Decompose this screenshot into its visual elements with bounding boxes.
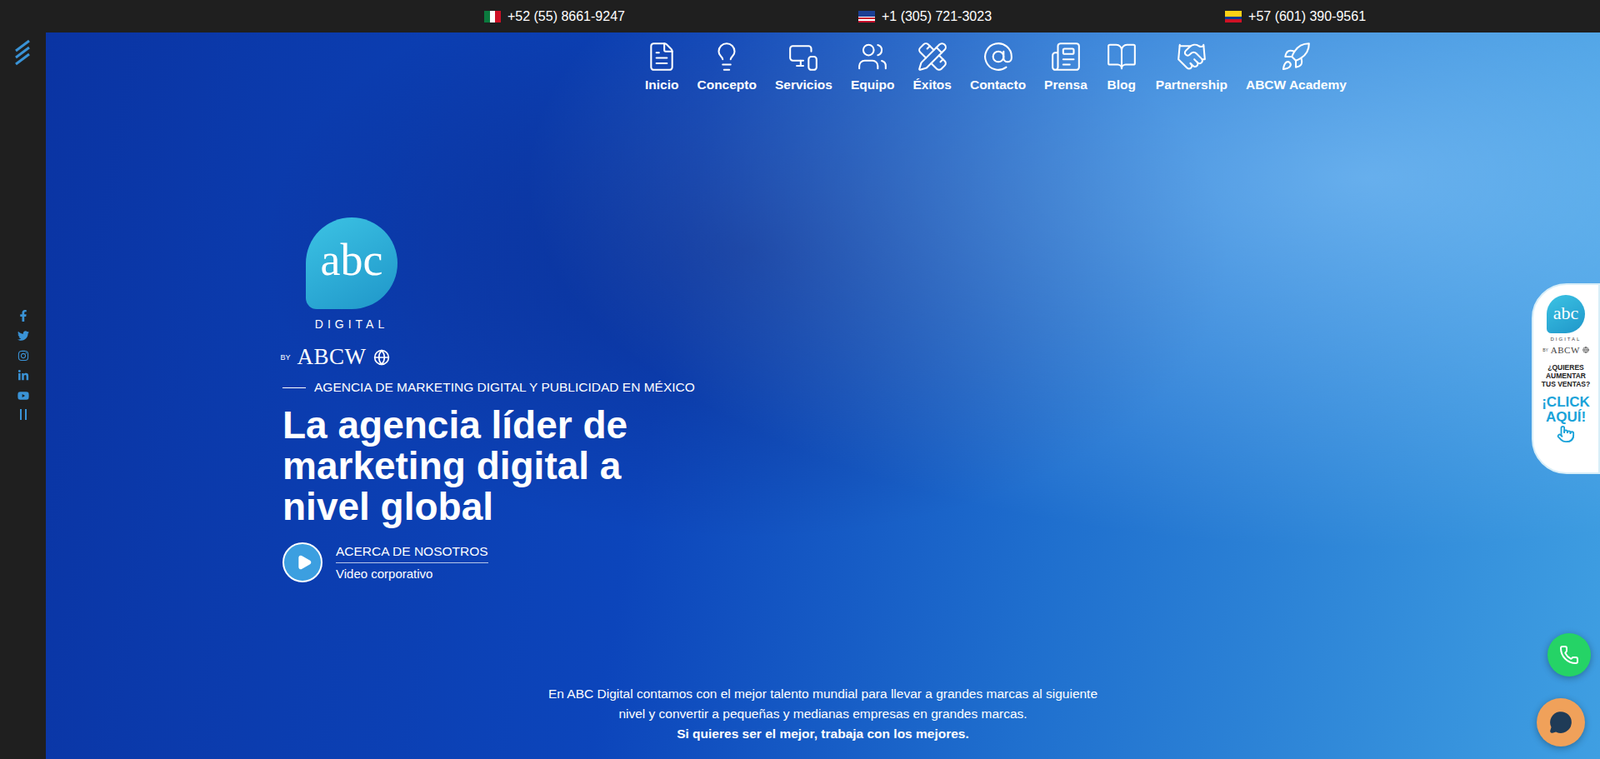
nav-label: Concepto <box>696 77 756 93</box>
pointer-icon <box>1556 425 1575 444</box>
nav-label: Prensa <box>1044 77 1088 93</box>
whatsapp-button[interactable] <box>1547 633 1591 677</box>
video-link[interactable]: ACERCA DE NOSOTROS Video corporativo <box>282 542 489 583</box>
phone-item[interactable]: +57 (601) 390-9561 <box>1225 9 1366 25</box>
social-link[interactable] <box>16 389 30 402</box>
social-list <box>16 309 30 420</box>
social-link[interactable] <box>16 329 30 342</box>
phone-bar: +52 (55) 8661-9247 +1 (305) 721-3023 +57 (… <box>0 0 1600 33</box>
linkedin-icon <box>17 370 30 382</box>
video-title: ACERCA DE NOSOTROS <box>335 544 489 564</box>
phone-item[interactable]: +52 (55) 8661-9247 <box>484 9 625 25</box>
flag-icon <box>484 10 501 23</box>
nav-icon <box>856 40 889 73</box>
twitter-icon <box>17 330 30 342</box>
social-link[interactable] <box>16 309 30 322</box>
body: Inicio Concepto Servicios Equipo Éxitos Conta… <box>0 32 1600 759</box>
logo-mark: abc <box>305 217 398 310</box>
social-link[interactable] <box>16 349 30 362</box>
nav-icon <box>1175 40 1208 73</box>
hero-heading: La agencia líder demarketing digital ani… <box>282 405 628 528</box>
promo-card[interactable]: abcDIGITALBYABCW¿QUIERES AUMENTAR TUS VE… <box>1531 283 1600 475</box>
hero: Inicio Concepto Servicios Equipo Éxitos Conta… <box>45 32 1600 759</box>
intro-text: En ABC Digital contamos con el mejor tal… <box>45 684 1600 759</box>
promo-question: ¿QUIERES AUMENTAR TUS VENTAS? <box>1539 363 1593 389</box>
nav-item[interactable]: Inicio <box>645 40 679 93</box>
nav-label: Inicio <box>645 77 679 93</box>
phone-number: +52 (55) 8661-9247 <box>507 9 625 25</box>
logo-brand: ABCW <box>297 344 367 370</box>
chat-icon <box>1549 710 1573 735</box>
nav-icon <box>1105 40 1138 73</box>
nav-label: Equipo <box>850 77 895 93</box>
nav-label: ABCW Academy <box>1245 77 1347 93</box>
nav-icon <box>787 40 820 73</box>
logo-by-row: BY ABCW <box>280 344 390 370</box>
nav-icon <box>982 40 1015 73</box>
logo-mark: abc <box>1546 295 1585 334</box>
heading-line: nivel global <box>282 486 628 528</box>
hero-content: abcDIGITALBYABCWAGENCIA DE MARKETING DIG… <box>282 217 1600 583</box>
nav-item[interactable]: Partnership <box>1155 40 1228 93</box>
nav-label: Blog <box>1107 77 1136 93</box>
nav-label: Éxitos <box>912 77 952 93</box>
globe-icon <box>373 349 390 366</box>
intro-line: En ABC Digital contamos con el mejor tal… <box>45 684 1600 705</box>
video-subtitle: Video corporativo <box>335 566 489 581</box>
phone-number: +1 (305) 721-3023 <box>881 9 992 25</box>
nav-item[interactable]: Equipo <box>850 40 895 93</box>
main-nav: Inicio Concepto Servicios Equipo Éxitos Conta… <box>45 32 1600 93</box>
intro-line: nivel y convertir a pequeñas y medianas … <box>45 704 1600 725</box>
nav-icon <box>916 40 949 73</box>
nav-item[interactable]: Servicios <box>775 40 833 93</box>
nav-icon <box>645 40 678 73</box>
logo-by: BY <box>280 353 290 362</box>
globe-icon <box>1582 346 1590 354</box>
nav-label: Partnership <box>1155 77 1228 93</box>
nav-item[interactable]: Concepto <box>696 40 756 93</box>
phone-number: +57 (601) 390-9561 <box>1248 9 1366 25</box>
nav-item[interactable]: Prensa <box>1044 40 1088 93</box>
nav-item[interactable]: Éxitos <box>912 40 952 93</box>
chat-button[interactable] <box>1536 698 1585 747</box>
facebook-icon <box>17 310 30 322</box>
nav-item[interactable]: Blog <box>1105 40 1138 93</box>
logo-by: BY <box>1542 347 1549 353</box>
nav-icon <box>710 40 743 73</box>
whatsapp-icon <box>1559 645 1580 665</box>
bars-icon[interactable] <box>20 409 27 420</box>
logo-brand: ABCW <box>1550 345 1580 355</box>
nav-icon <box>1050 40 1082 73</box>
youtube-icon <box>17 390 30 402</box>
sidebar <box>0 32 46 759</box>
logo-by-row: BYABCW <box>1542 345 1590 355</box>
flag-icon <box>1225 10 1242 23</box>
logo-word: DIGITAL <box>315 317 389 331</box>
promo-cta: ¡CLICK AQUÍ! <box>1540 395 1591 425</box>
instagram-icon <box>17 350 30 362</box>
tagline: AGENCIA DE MARKETING DIGITAL Y PUBLICIDA… <box>282 380 695 395</box>
intro-emphasis: Si quieres ser el mejor, trabaja con los… <box>45 724 1600 745</box>
video-text: ACERCA DE NOSOTROS Video corporativo <box>335 544 489 581</box>
heading-line: La agencia líder de <box>282 405 628 446</box>
flag-icon <box>858 10 875 23</box>
nav-item[interactable]: Contacto <box>970 40 1026 93</box>
page: +52 (55) 8661-9247 +1 (305) 721-3023 +57 (… <box>0 0 1600 759</box>
social-link[interactable] <box>16 369 30 382</box>
logo-word: DIGITAL <box>1550 336 1582 342</box>
nav-label: Contacto <box>970 77 1026 93</box>
phone-item[interactable]: +1 (305) 721-3023 <box>858 9 992 25</box>
nav-icon <box>1280 40 1312 73</box>
brand-logo: abcDIGITALBYABCW <box>1542 295 1590 355</box>
menu-slashes-icon[interactable] <box>12 39 35 68</box>
heading-line: marketing digital a <box>282 445 628 487</box>
nav-label: Servicios <box>775 77 833 93</box>
nav-item[interactable]: ABCW Academy <box>1245 40 1347 93</box>
brand-logo: abcDIGITALBYABCW <box>305 217 398 370</box>
play-icon <box>282 542 323 583</box>
